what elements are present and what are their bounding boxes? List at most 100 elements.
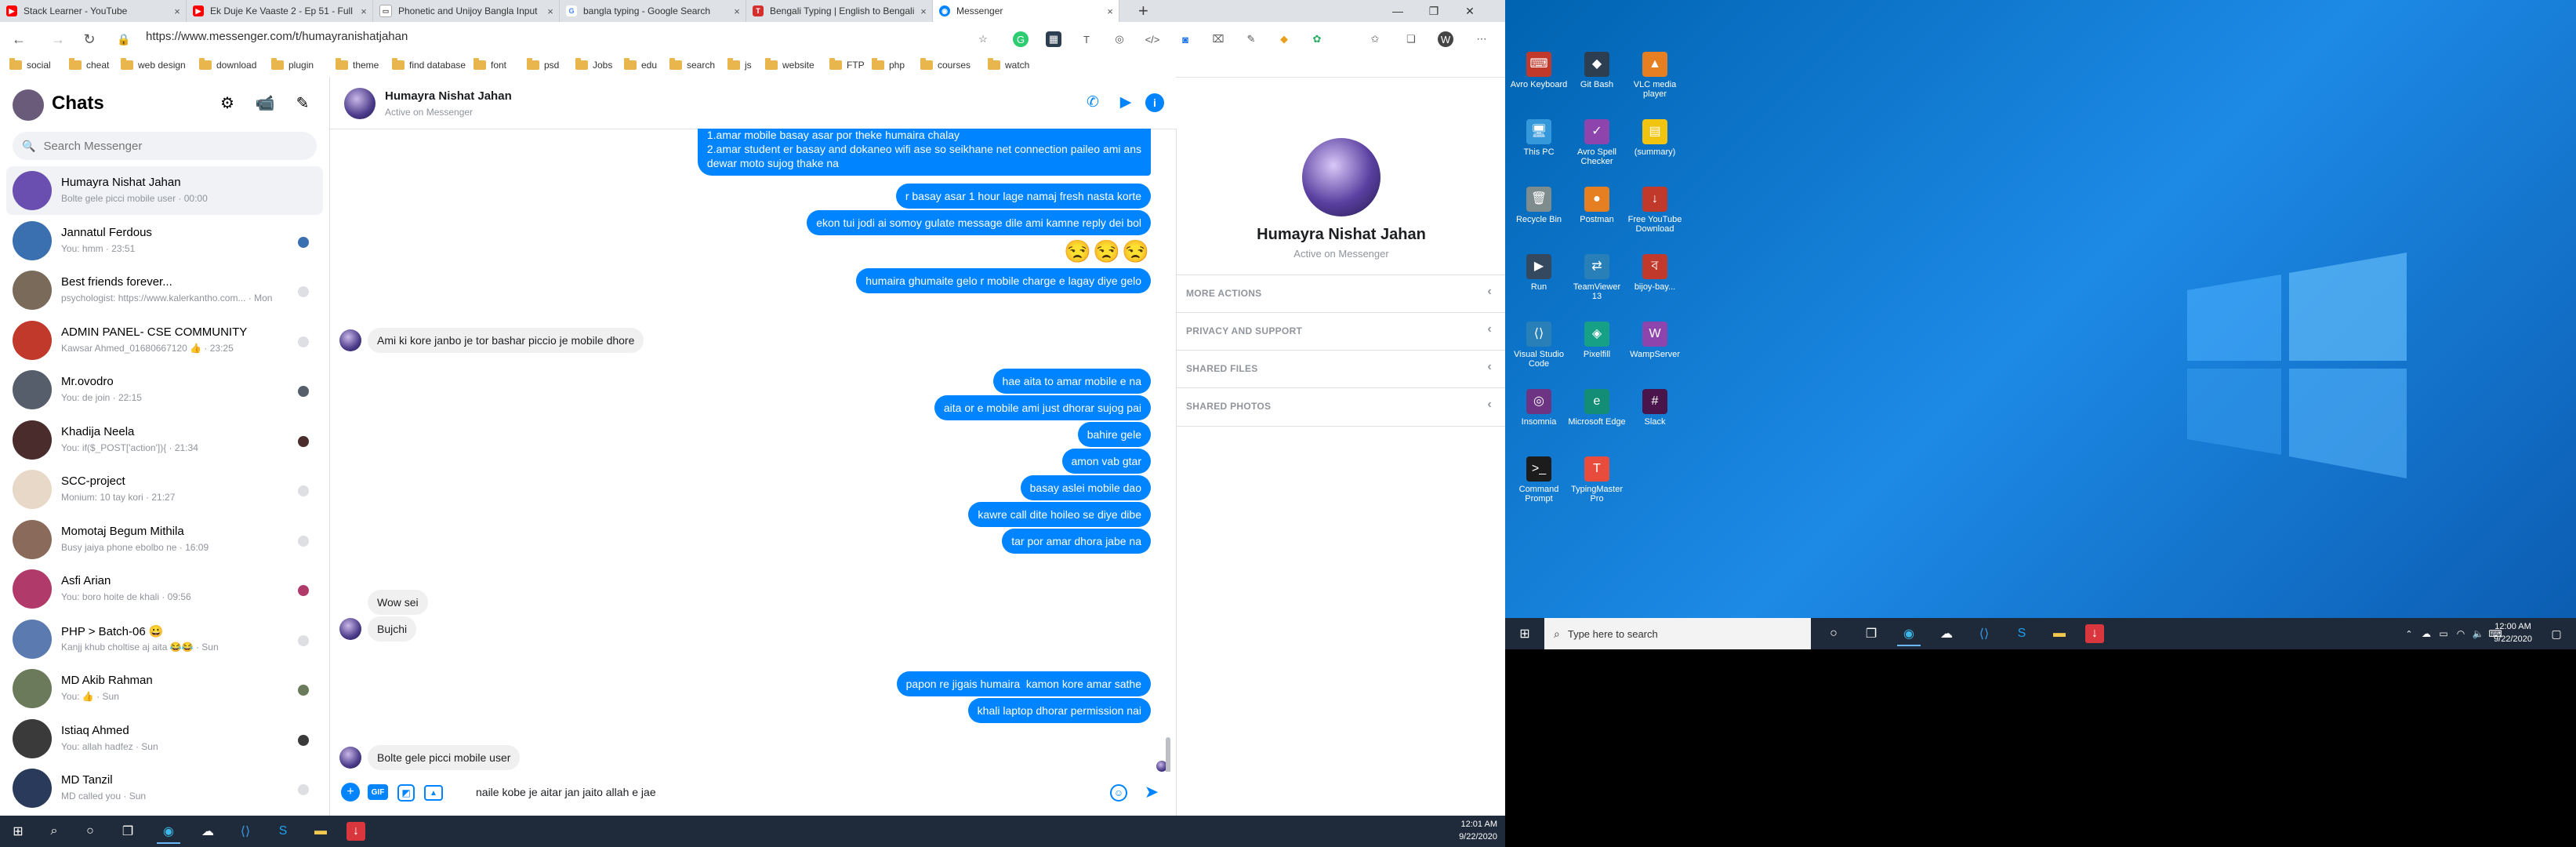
collections-icon[interactable]: ❏ <box>1403 31 1419 47</box>
browser-tab-active[interactable]: ◉ Messenger × <box>933 0 1119 22</box>
conversation-item[interactable]: PHP > Batch-06 😀 Kanjj khub choltise aj a… <box>6 615 323 663</box>
favorites-icon[interactable]: ✩ <box>1367 31 1383 47</box>
message-bubble-incoming[interactable]: Wow sei <box>368 590 428 615</box>
downloader-icon[interactable]: ↓ <box>346 822 365 841</box>
bookmark-folder[interactable]: font <box>473 58 506 71</box>
cortana-icon[interactable]: ○ <box>78 820 102 842</box>
app-icon[interactable]: ☁ <box>1935 623 1958 645</box>
extension-camera-icon[interactable]: ◙ <box>1177 31 1193 47</box>
info-section-more-actions[interactable]: MORE ACTIONS ‹ <box>1177 274 1505 313</box>
taskbar-clock[interactable]: 12:00 AM 9/22/2020 <box>2494 620 2532 645</box>
vscode-icon[interactable]: ⟨⟩ <box>1972 623 1996 645</box>
emoji-icon[interactable]: ☺ <box>1110 784 1127 802</box>
desktop-icon[interactable]: ⇄ TeamViewer 13 <box>1568 254 1626 301</box>
desktop-icon[interactable]: e Microsoft Edge <box>1568 389 1626 427</box>
edge-icon[interactable]: ◉ <box>1897 623 1921 646</box>
browser-tab[interactable]: ▭ Phonetic and Unijoy Bangla Input × <box>373 0 560 22</box>
downloader-icon[interactable]: ↓ <box>2085 624 2104 643</box>
file-explorer-icon[interactable]: ▬ <box>2048 623 2071 645</box>
desktop-icon[interactable]: ↓ Free YouTube Download <box>1626 187 1684 234</box>
taskbar-search[interactable]: ⌕ Type here to search <box>1544 618 1811 649</box>
task-view-icon[interactable]: ❐ <box>1859 623 1883 645</box>
extension-icon[interactable]: ▦ <box>1046 31 1061 47</box>
extension-code-icon[interactable]: </> <box>1145 31 1160 47</box>
video-call-icon[interactable]: 📹 <box>252 91 278 116</box>
conversation-item[interactable]: Best friends forever... psychologist: htt… <box>6 266 323 314</box>
conversation-item[interactable]: Momotaj Begum Mithila Busy jaiya phone eb… <box>6 515 323 564</box>
bookmark-folder[interactable]: website <box>765 58 815 71</box>
bookmark-folder[interactable]: web design <box>121 58 186 71</box>
close-tab-icon[interactable]: × <box>355 5 372 17</box>
desktop-icon[interactable]: ⟨⟩ Visual Studio Code <box>1510 322 1568 369</box>
start-icon[interactable]: ⊞ <box>6 820 30 842</box>
conversation-item[interactable]: Istiaq Ahmed You: allah hadfez · Sun <box>6 714 323 763</box>
more-menu-icon[interactable]: ⋯ <box>1474 31 1489 47</box>
conversation-item[interactable]: Mr.ovodro You: de join · 22:15 <box>6 365 323 414</box>
message-bubble-outgoing[interactable]: r basay asar 1 hour lage namaj fresh nas… <box>895 184 1151 209</box>
message-bubble-outgoing[interactable]: bahire gele <box>1077 422 1151 447</box>
message-bubble-outgoing[interactable]: hae aita to amar mobile e na <box>992 369 1151 394</box>
bookmark-folder[interactable]: search <box>669 58 715 71</box>
browser-tab[interactable]: T Bengali Typing | English to Bengali × <box>746 0 933 22</box>
forward-icon[interactable]: → <box>47 28 69 50</box>
bookmark-folder[interactable]: php <box>872 58 905 71</box>
extension-paint-icon[interactable]: ◆ <box>1276 31 1292 47</box>
taskbar-clock[interactable]: 12:01 AM 9/22/2020 <box>1459 818 1497 843</box>
conversation-item[interactable]: MD Akib Rahman You: 👍 · Sun <box>6 664 323 713</box>
desktop-icon[interactable]: ⌨ Avro Keyboard <box>1510 52 1568 89</box>
avatar[interactable] <box>13 89 44 121</box>
extension-translate-icon[interactable]: T <box>1079 31 1094 47</box>
desktop-icon[interactable]: 🖥 This PC <box>1510 119 1568 157</box>
bookmark-folder[interactable]: Jobs <box>575 58 612 71</box>
close-tab-icon[interactable]: × <box>728 5 746 17</box>
message-input[interactable]: naile kobe je aitar jan jaito allah e ja… <box>476 786 656 798</box>
address-bar[interactable]: https://www.messenger.com/t/humayranisha… <box>146 30 408 43</box>
info-section-shared-files[interactable]: SHARED FILES ‹ <box>1177 350 1505 388</box>
bookmark-folder[interactable]: find database <box>392 58 466 71</box>
conversation-item[interactable]: Asfi Arian You: boro hoite de khali · 09:… <box>6 565 323 613</box>
message-bubble-outgoing[interactable]: papon re jigais humaira kamon kore amar … <box>896 671 1151 696</box>
message-bubble-outgoing[interactable]: humaira ghumaite gelo r mobile charge e … <box>856 268 1151 293</box>
browser-tab[interactable]: ▶ Stack Learner - YouTube × <box>0 0 187 22</box>
restore-icon[interactable]: ❐ <box>1416 0 1452 22</box>
bookmark-folder[interactable]: psd <box>527 58 559 71</box>
bookmark-folder[interactable]: courses <box>920 58 971 71</box>
back-icon[interactable]: ← <box>8 28 30 50</box>
message-bubble-outgoing[interactable]: khali laptop dhorar permission nai <box>967 698 1151 723</box>
avatar[interactable] <box>1302 138 1381 216</box>
avatar[interactable] <box>344 88 376 119</box>
close-tab-icon[interactable]: × <box>169 5 186 17</box>
vscode-icon[interactable]: ⟨⟩ <box>234 820 257 842</box>
browser-tab[interactable]: ▶ Ek Duje Ke Vaaste 2 - Ep 51 - Full × <box>187 0 373 22</box>
skype-icon[interactable]: S <box>271 820 295 842</box>
desktop-icon[interactable]: >_ Command Prompt <box>1510 456 1568 503</box>
bookmark-folder[interactable]: FTP <box>829 58 865 71</box>
desktop-icon[interactable]: ▶ Run <box>1510 254 1568 292</box>
extension-target-icon[interactable]: ◎ <box>1112 31 1127 47</box>
bookmark-folder[interactable]: social <box>9 58 51 71</box>
desktop-icon[interactable]: ▤ (summary) <box>1626 119 1684 157</box>
search-input[interactable] <box>42 138 304 154</box>
task-view-icon[interactable]: ❐ <box>116 820 140 842</box>
desktop-icon[interactable]: ◈ Pixelfill <box>1568 322 1626 359</box>
message-bubble-outgoing[interactable]: basay aslei mobile dao <box>1020 475 1151 500</box>
video-icon[interactable]: ▶ <box>1114 91 1137 115</box>
close-tab-icon[interactable]: × <box>1101 5 1119 17</box>
new-tab-button[interactable]: + <box>1138 2 1148 20</box>
desktop-icon[interactable]: ✓ Avro Spell Checker <box>1568 119 1626 166</box>
conversation-item[interactable]: SCC-project Monium: 10 tay kori · 21:27 <box>6 465 323 514</box>
desktop-icon[interactable]: ● Postman <box>1568 187 1626 224</box>
reload-icon[interactable]: ↻ <box>78 28 100 50</box>
desktop-icon[interactable]: W WampServer <box>1626 322 1684 359</box>
desktop-icon[interactable]: ব bijoy-bay... <box>1626 254 1684 292</box>
extension-eyedropper-icon[interactable]: ✎ <box>1243 31 1259 47</box>
send-icon[interactable]: ➤ <box>1142 782 1161 802</box>
conversation-item[interactable]: ADMIN PANEL- CSE COMMUNITY Kawsar Ahmed_0… <box>6 316 323 365</box>
sticker-icon[interactable]: ◩ <box>397 784 415 802</box>
minimize-icon[interactable]: — <box>1380 0 1416 22</box>
info-section-shared-photos[interactable]: SHARED PHOTOS ‹ <box>1177 387 1505 427</box>
conversation-item[interactable]: MD Tanzil MD called you · Sun <box>6 764 323 812</box>
message-emoji[interactable]: 😒😒😒 <box>1064 238 1151 264</box>
bookmark-folder[interactable]: watch <box>988 58 1029 71</box>
bookmark-folder[interactable]: js <box>727 58 752 71</box>
